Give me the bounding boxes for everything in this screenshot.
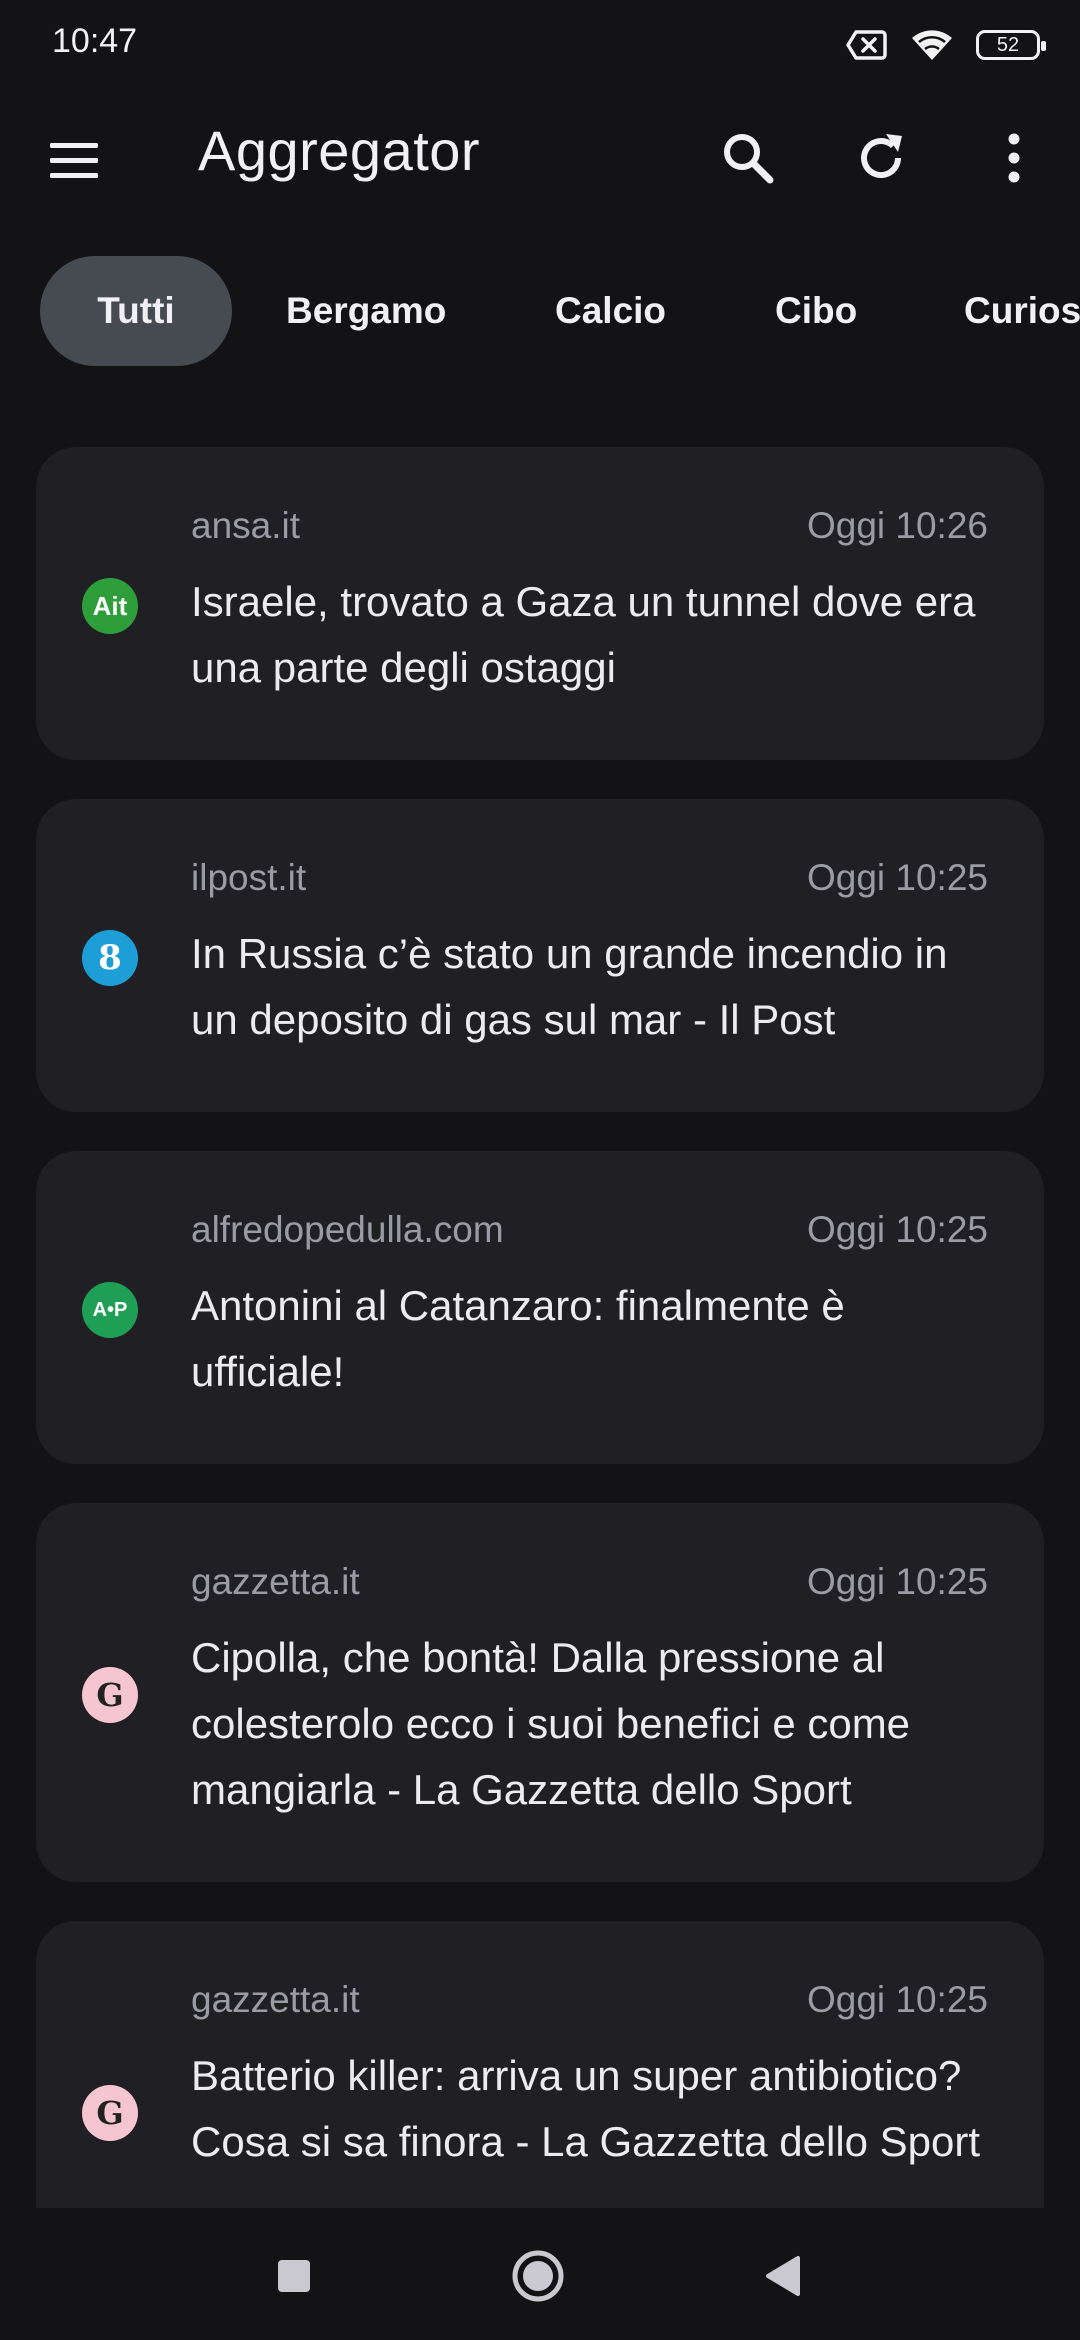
news-time: Oggi 10:25 xyxy=(806,1979,988,2020)
news-title: Antonini al Catanzaro: finalmente è uffi… xyxy=(191,1282,845,1395)
news-title: Batterio killer: arriva un super antibio… xyxy=(191,2052,981,2165)
status-bar: 10:47 52 xyxy=(0,0,1080,90)
refresh-icon[interactable] xyxy=(850,126,914,190)
chip-calcio[interactable]: Calcio xyxy=(555,256,666,366)
news-time: Oggi 10:26 xyxy=(806,505,988,546)
news-card[interactable]: 8 ilpost.it Oggi 10:25 In Russia c’è sta… xyxy=(36,799,1044,1112)
category-chips: Tutti Bergamo Calcio Cibo Curios xyxy=(0,256,1080,368)
alfredopedulla-favicon-icon: A•P xyxy=(82,1282,138,1338)
news-time: Oggi 10:25 xyxy=(806,1561,988,1602)
news-source: gazzetta.it xyxy=(191,1979,360,2020)
back-icon[interactable] xyxy=(752,2244,816,2308)
chip-cibo[interactable]: Cibo xyxy=(775,256,857,366)
news-title: In Russia c’è stato un grande incendio i… xyxy=(191,930,948,1043)
news-card[interactable]: Ait ansa.it Oggi 10:26 Israele, trovato … xyxy=(36,447,1044,760)
news-time: Oggi 10:25 xyxy=(806,857,988,898)
news-source: ansa.it xyxy=(191,505,301,546)
no-sim-icon xyxy=(846,30,887,60)
news-source: alfredopedulla.com xyxy=(191,1209,504,1250)
news-title: Cipolla, che bontà! Dalla pressione al c… xyxy=(191,1634,911,1813)
news-card[interactable]: G gazzetta.it Oggi 10:25 Cipolla, che bo… xyxy=(36,1503,1044,1882)
search-icon[interactable] xyxy=(716,126,780,190)
app-title: Aggregator xyxy=(198,119,481,182)
ilpost-favicon-icon: 8 xyxy=(82,930,138,986)
news-title: Israele, trovato a Gaza un tunnel dove e… xyxy=(191,578,976,691)
status-icons: 52 xyxy=(846,22,1046,68)
wifi-icon xyxy=(912,30,952,60)
chip-curiosita[interactable]: Curios xyxy=(964,256,1080,366)
app-bar: Aggregator xyxy=(0,90,1080,220)
news-time: Oggi 10:25 xyxy=(806,1209,988,1250)
home-icon[interactable] xyxy=(506,2244,570,2308)
gazzetta-favicon-icon: G xyxy=(82,1667,138,1723)
news-card[interactable]: A•P alfredopedulla.com Oggi 10:25 Antoni… xyxy=(36,1151,1044,1464)
gazzetta-favicon-icon: G xyxy=(82,2085,138,2141)
news-source: gazzetta.it xyxy=(191,1561,360,1602)
more-vert-icon[interactable] xyxy=(982,126,1046,190)
system-nav-bar xyxy=(0,2208,1080,2340)
chip-tutti[interactable]: Tutti xyxy=(40,256,232,366)
news-source: ilpost.it xyxy=(191,857,307,898)
battery-level: 52 xyxy=(996,33,1020,56)
battery-icon: 52 xyxy=(976,30,1046,60)
recents-icon[interactable] xyxy=(262,2244,326,2308)
chip-bergamo[interactable]: Bergamo xyxy=(286,256,446,366)
menu-icon[interactable] xyxy=(44,130,104,190)
ansa-favicon-icon: Ait xyxy=(82,578,138,634)
status-time: 10:47 xyxy=(52,22,138,60)
